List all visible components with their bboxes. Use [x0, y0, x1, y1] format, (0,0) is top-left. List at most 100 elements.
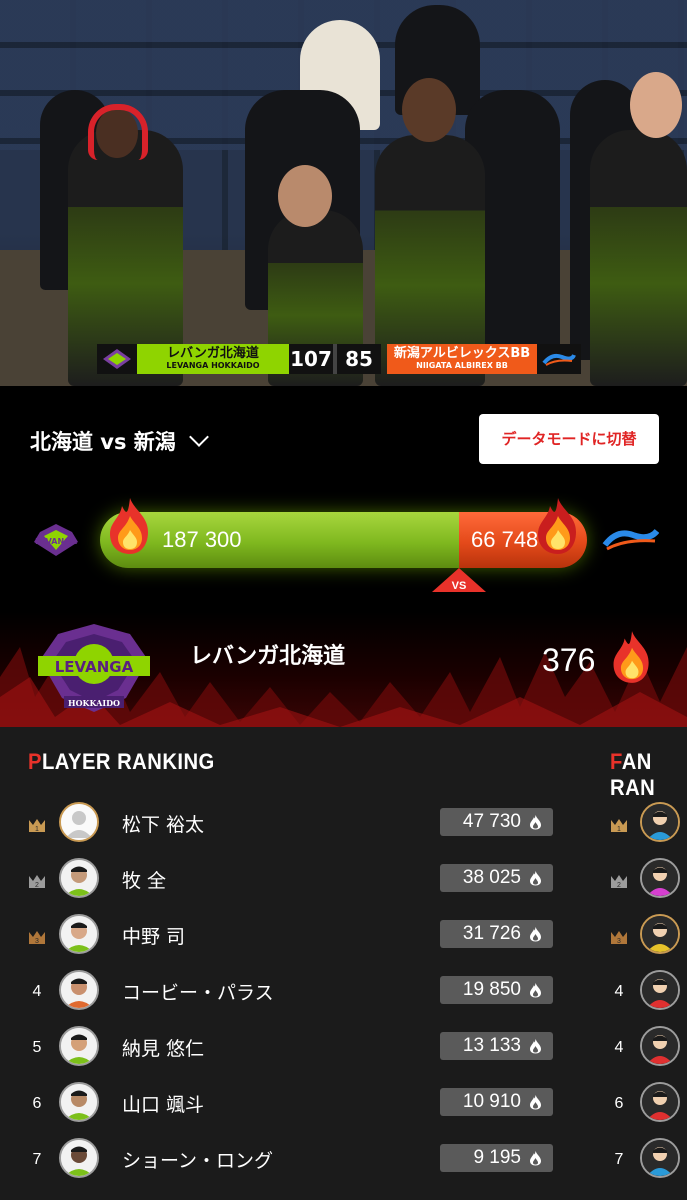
- fan-avatar: [640, 1026, 680, 1066]
- player-head: [630, 72, 682, 138]
- player-avatar: [59, 1082, 99, 1122]
- flame-icon: [538, 498, 576, 554]
- away-team-mini-logo: [600, 518, 660, 562]
- ranking-row[interactable]: 5 納見 悠仁 13 133 4: [0, 1021, 687, 1077]
- away-team-logo: [537, 344, 581, 374]
- player-head: [278, 165, 332, 227]
- player-ranking-title: PLAYER RANKING: [28, 749, 215, 774]
- crown-icon: 1: [29, 819, 45, 833]
- match-selector[interactable]: 北海道 vs 新潟: [30, 426, 209, 456]
- svg-text:1: 1: [35, 826, 39, 833]
- fan-avatar: [640, 1082, 680, 1122]
- rank-number: 7: [32, 1151, 42, 1168]
- fan-rank-number: 7: [614, 1151, 624, 1168]
- flame-icon: [110, 498, 148, 554]
- my-team-banner[interactable]: LEVANGA HOKKAIDO レバンガ北海道 376: [0, 612, 687, 727]
- svg-text:LEVANGA: LEVANGA: [35, 537, 78, 546]
- svg-text:1: 1: [617, 826, 621, 833]
- flame-icon: [530, 927, 541, 942]
- fan-rank-number: 4: [614, 983, 624, 1000]
- player-avatar: [59, 802, 99, 842]
- player-score: 9 195: [440, 1144, 553, 1172]
- flame-icon: [530, 983, 541, 998]
- svg-text:2: 2: [35, 882, 39, 889]
- fan-ranking-title: FAN RAN: [610, 749, 656, 800]
- versus-bar: 187 300 66 748: [100, 512, 587, 568]
- flame-icon: [530, 1095, 541, 1110]
- svg-text:3: 3: [617, 938, 621, 945]
- svg-text:HOKKAIDO: HOKKAIDO: [68, 698, 120, 708]
- vs-badge: VS: [432, 568, 486, 592]
- crown-icon: 2: [29, 875, 45, 889]
- home-team-mini-logo: LEVANGA: [26, 518, 86, 562]
- my-team-name: レバンガ北海道: [190, 644, 346, 669]
- player-name: 納見 悠仁: [122, 1038, 205, 1060]
- fan-avatar: [640, 914, 680, 954]
- crown-icon: 3: [611, 931, 627, 945]
- ranking-section[interactable]: PLAYER RANKING FAN RAN 1 松下 裕太 47 730 1: [0, 727, 687, 1200]
- rank-number: 5: [32, 1039, 42, 1056]
- player-score: 10 910: [440, 1088, 553, 1116]
- scoreboard: レバンガ北海道 LEVANGA HOKKAIDO 107 85 新潟アルビレック…: [97, 344, 591, 374]
- my-team-points: 376: [542, 642, 596, 678]
- svg-text:2: 2: [617, 882, 621, 889]
- crown-icon: 1: [611, 819, 627, 833]
- chevron-down-icon: [188, 427, 209, 447]
- player-head: [402, 78, 456, 142]
- crown-icon: 3: [29, 931, 45, 945]
- live-video[interactable]: レバンガ北海道 LEVANGA HOKKAIDO 107 85 新潟アルビレック…: [0, 0, 687, 386]
- svg-text:VS: VS: [452, 580, 467, 592]
- data-mode-button[interactable]: データモードに切替: [479, 414, 659, 464]
- fan-avatar: [640, 1138, 680, 1178]
- ranking-row[interactable]: 1 松下 裕太 47 730 1: [0, 797, 687, 853]
- player-name: 山口 颯斗: [122, 1094, 205, 1116]
- flame-icon: [613, 631, 649, 683]
- player-name: コービー・パラス: [122, 982, 274, 1004]
- home-points: 187 300: [162, 527, 242, 552]
- red-hood: [88, 104, 148, 160]
- away-score: 85: [337, 344, 381, 374]
- svg-text:LEVANGA: LEVANGA: [55, 658, 134, 676]
- away-points: 66 748: [471, 527, 539, 552]
- player-avatar: [59, 1026, 99, 1066]
- player-name: 中野 司: [122, 926, 186, 948]
- flame-icon: [530, 815, 541, 830]
- versus-section: LEVANGA 187 300 66 748 VS: [0, 490, 687, 600]
- player-score: 38 025: [440, 864, 553, 892]
- ranking-row[interactable]: 4 コービー・パラス 19 850 4: [0, 965, 687, 1021]
- ranking-row[interactable]: 6 山口 颯斗 10 910 6: [0, 1077, 687, 1133]
- player-name: 牧 全: [122, 870, 167, 892]
- svg-text:3: 3: [35, 938, 39, 945]
- player-score: 13 133: [440, 1032, 553, 1060]
- fan-avatar: [640, 802, 680, 842]
- home-team-name: レバンガ北海道 LEVANGA HOKKAIDO: [137, 344, 289, 374]
- player-avatar: [59, 970, 99, 1010]
- fan-avatar: [640, 970, 680, 1010]
- player-name: 松下 裕太: [122, 814, 205, 836]
- rank-number: 4: [32, 983, 42, 1000]
- fan-rank-number: 4: [614, 1039, 624, 1056]
- crown-icon: 2: [611, 875, 627, 889]
- flame-icon: [530, 1151, 541, 1166]
- away-team-name: 新潟アルビレックスBB NIIGATA ALBIREX BB: [387, 344, 537, 374]
- ranking-row[interactable]: 3 中野 司 31 726 3: [0, 909, 687, 965]
- player-score: 47 730: [440, 808, 553, 836]
- player-score: 19 850: [440, 976, 553, 1004]
- match-title: 北海道 vs 新潟: [30, 430, 176, 454]
- player-name: ショーン・ロング: [122, 1150, 274, 1172]
- ranking-row[interactable]: 2 牧 全 38 025 2: [0, 853, 687, 909]
- home-score: 107: [289, 344, 333, 374]
- flame-icon: [530, 1039, 541, 1054]
- player-avatar: [59, 914, 99, 954]
- fan-rank-number: 6: [614, 1095, 624, 1112]
- player-figure: [590, 130, 687, 386]
- rank-number: 6: [32, 1095, 42, 1112]
- ranking-row[interactable]: 7 ショーン・ロング 9 195 7: [0, 1133, 687, 1189]
- home-team-logo: [97, 344, 137, 374]
- my-team-logo: LEVANGA HOKKAIDO: [30, 620, 158, 716]
- player-score: 31 726: [440, 920, 553, 948]
- player-avatar: [59, 1138, 99, 1178]
- flame-icon: [530, 871, 541, 886]
- player-avatar: [59, 858, 99, 898]
- fan-avatar: [640, 858, 680, 898]
